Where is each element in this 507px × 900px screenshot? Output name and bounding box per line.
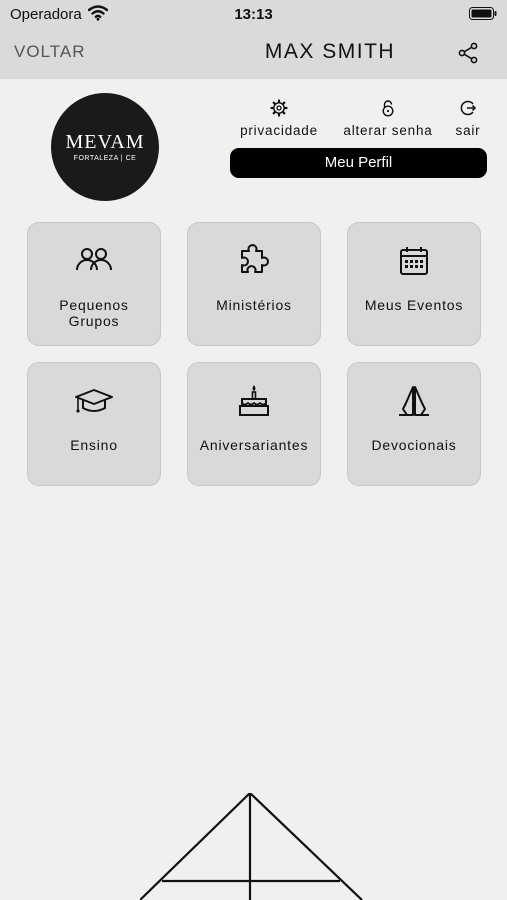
tile-teaching[interactable]: Ensino [27, 362, 161, 486]
status-bar: Operadora 13:13 [0, 0, 507, 28]
share-icon[interactable] [457, 42, 479, 64]
logout-icon [460, 100, 477, 116]
my-profile-button[interactable]: Meu Perfil [230, 148, 487, 178]
change-password-link[interactable]: alterar senha [337, 99, 439, 138]
calendar-icon [400, 247, 428, 275]
tile-label: Meus Eventos [364, 297, 464, 313]
navigation-bar: VOLTAR MAX SMITH [0, 28, 507, 79]
tile-label: Ministérios [216, 297, 292, 313]
battery-icon [469, 7, 497, 20]
tile-label: Devocionais [371, 437, 457, 453]
logout-link[interactable]: sair [451, 99, 485, 138]
tile-my-events[interactable]: Meus Eventos [347, 222, 481, 346]
change-password-label: alterar senha [343, 123, 433, 138]
logo-subtitle: FORTALEZA | CE [73, 155, 137, 162]
logout-label: sair [455, 123, 481, 138]
back-button[interactable]: VOLTAR [14, 42, 86, 62]
people-icon [76, 248, 112, 271]
pyramid-decoration [140, 793, 363, 900]
church-logo: MEVAM FORTALEZA | CE [51, 93, 159, 201]
tile-birthdays[interactable]: Aniversariantes [187, 362, 321, 486]
puzzle-icon [241, 244, 269, 273]
tile-ministries[interactable]: Ministérios [187, 222, 321, 346]
lock-icon [382, 100, 394, 117]
birthday-cake-icon [239, 385, 269, 416]
tile-label: Ensino [70, 437, 118, 453]
tile-label: Aniversariantes [199, 437, 309, 453]
gear-icon [270, 99, 288, 117]
tile-small-groups[interactable]: Pequenos Grupos [27, 222, 161, 346]
praying-hands-icon [399, 386, 429, 416]
clock: 13:13 [234, 6, 273, 23]
graduation-cap-icon [75, 389, 113, 413]
tile-devotionals[interactable]: Devocionais [347, 362, 481, 486]
privacy-label: privacidade [240, 123, 318, 138]
main-content: MEVAM FORTALEZA | CE privacidade alterar… [0, 79, 507, 900]
logo-title: MEVAM [65, 131, 145, 153]
page-title: MAX SMITH [264, 40, 396, 63]
tile-label: Pequenos Grupos [59, 297, 129, 329]
privacy-link[interactable]: privacidade [233, 99, 325, 138]
